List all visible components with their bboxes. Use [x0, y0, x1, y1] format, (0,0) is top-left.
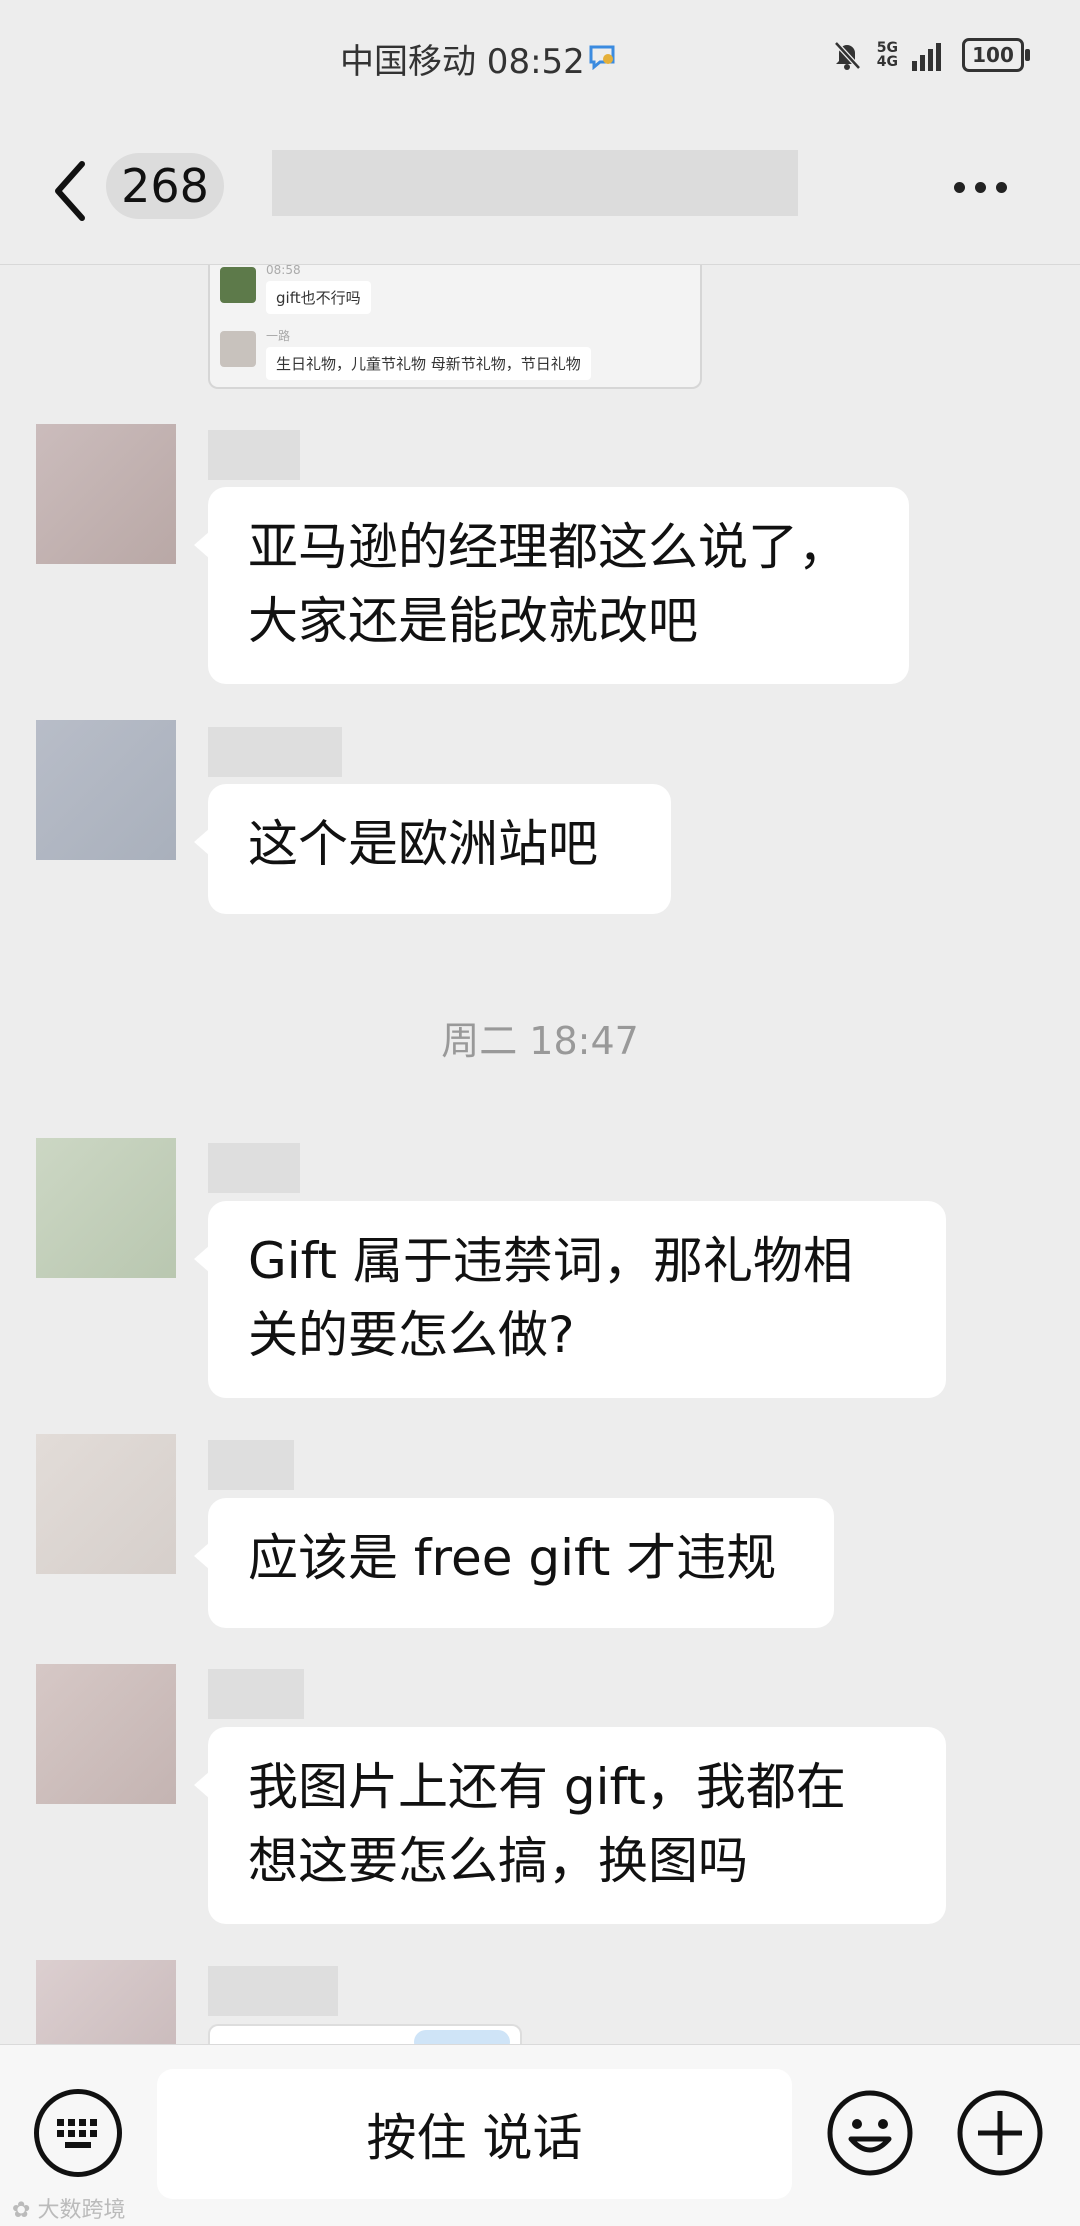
- message-text: 亚马逊的经理都这么说了，: [248, 518, 848, 576]
- message-text: 这个是欧洲站吧: [248, 815, 598, 873]
- notification-chat-icon: [589, 45, 615, 70]
- more-options-icon[interactable]: [954, 172, 1016, 202]
- status-bar: 中国移动 08:52 5G 4G 100: [0, 0, 1080, 120]
- screenshot-message: 生日礼物，儿童节礼物 母新节礼物，节日礼物: [266, 347, 591, 380]
- screenshot-avatar: [220, 331, 256, 367]
- sender-name-redacted: [208, 1440, 294, 1490]
- quoted-screenshot-image[interactable]: 08:58 gift也不行吗 一路 生日礼物，儿童节礼物 母新节礼物，节日礼物: [208, 263, 702, 389]
- sender-name-redacted: [208, 1669, 304, 1719]
- shared-card-partial[interactable]: [208, 2024, 522, 2046]
- screenshot-avatar: [220, 267, 256, 303]
- message-bubble[interactable]: 亚马逊的经理都这么说了， 大家还是能改就改吧: [194, 487, 909, 684]
- unread-count-badge[interactable]: 268: [106, 153, 224, 219]
- message-text: 关的要怎么做?: [248, 1306, 575, 1364]
- sender-avatar[interactable]: [36, 1138, 176, 1278]
- watermark: ✿ 大数跨境: [12, 2198, 126, 2223]
- input-bar: 按住 说话: [0, 2044, 1080, 2226]
- message-text: 想这要怎么搞，换图吗: [248, 1832, 748, 1890]
- screenshot-message: gift也不行吗: [266, 281, 371, 314]
- emoji-icon[interactable]: [826, 2089, 914, 2177]
- message-bubble[interactable]: 我图片上还有 gift，我都在 想这要怎么搞，换图吗: [194, 1727, 946, 1924]
- carrier-time: 中国移动 08:52: [340, 42, 585, 82]
- sender-name-redacted: [208, 727, 342, 777]
- chat-title-redacted: [272, 150, 798, 216]
- battery-indicator: 100: [962, 38, 1030, 72]
- sender-avatar[interactable]: [36, 424, 176, 564]
- message-text: 我图片上还有 gift，我都在: [248, 1758, 846, 1816]
- signal-icon: [912, 43, 941, 71]
- time-separator: 周二 18:47: [441, 1019, 639, 1063]
- plus-icon[interactable]: [956, 2089, 1044, 2177]
- network-type: 5G 4G: [876, 40, 898, 70]
- status-icons: 5G 4G 100: [831, 38, 1030, 72]
- sender-avatar[interactable]: [36, 1664, 176, 1804]
- sender-name-redacted: [208, 1143, 300, 1193]
- sender-avatar[interactable]: [36, 1960, 176, 2044]
- sender-name-redacted: [208, 430, 300, 480]
- sender-name-redacted: [208, 1966, 338, 2016]
- message-bubble[interactable]: Gift 属于违禁词，那礼物相 关的要怎么做?: [194, 1201, 946, 1398]
- hold-to-talk-button[interactable]: 按住 说话: [157, 2069, 792, 2199]
- message-bubble[interactable]: 这个是欧洲站吧: [194, 784, 671, 914]
- chat-header: 268: [0, 120, 1080, 265]
- back-arrow-icon[interactable]: [46, 156, 96, 226]
- watermark-logo-icon: ✿: [12, 2198, 38, 2223]
- keyboard-icon: [57, 2119, 97, 2148]
- sender-avatar[interactable]: [36, 1434, 176, 1574]
- message-bubble[interactable]: 应该是 free gift 才违规: [194, 1498, 834, 1628]
- mute-bell-icon: [833, 41, 861, 70]
- message-text: 大家还是能改就改吧: [248, 592, 698, 650]
- message-text: 应该是 free gift 才违规: [248, 1529, 777, 1587]
- message-text: Gift 属于违禁词，那礼物相: [248, 1232, 853, 1290]
- sender-avatar[interactable]: [36, 720, 176, 860]
- keyboard-toggle-button[interactable]: [34, 2089, 122, 2177]
- screenshot-time: 08:58: [266, 263, 301, 277]
- screenshot-sender: 一路: [266, 329, 291, 343]
